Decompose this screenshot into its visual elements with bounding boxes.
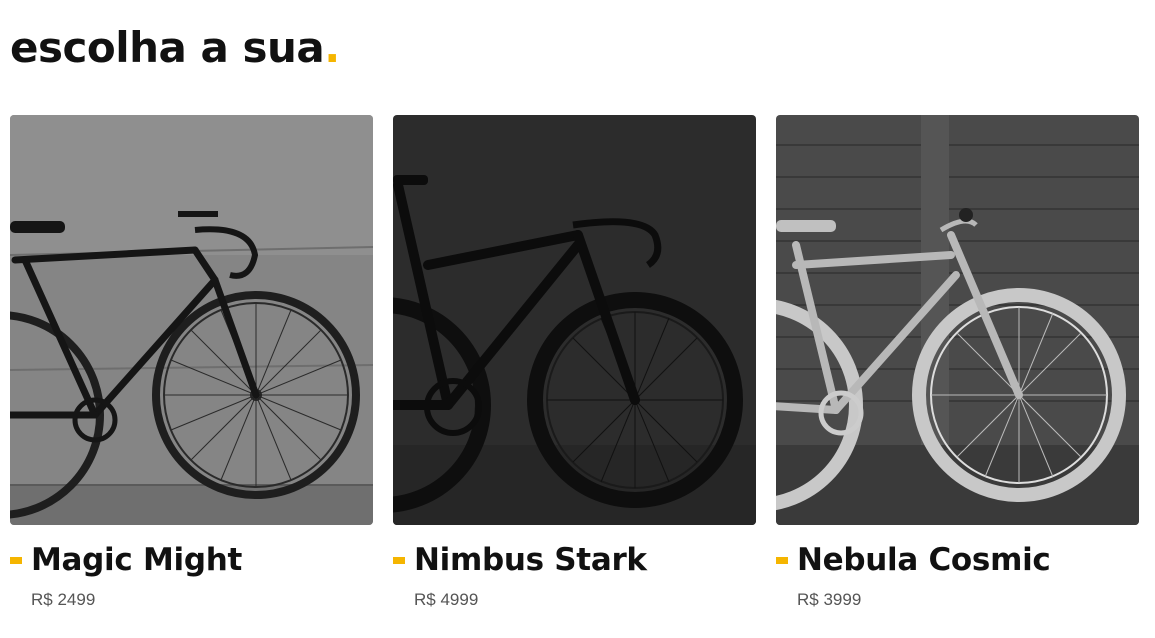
product-card[interactable]: Nebula Cosmic R$ 3999 (776, 115, 1139, 625)
bicycle-photo (393, 115, 756, 525)
product-image-nebula-cosmic[interactable] (776, 115, 1139, 525)
product-image-nimbus-stark[interactable] (393, 115, 756, 525)
product-grid: Magic Might R$ 2499 Nimbus Stark R$ 4999… (10, 115, 1139, 625)
section-title-text: escolha a sua (10, 23, 325, 72)
product-name-label[interactable]: Nebula Cosmic (797, 542, 1051, 578)
product-price: R$ 4999 (414, 590, 479, 609)
title-marker (776, 556, 788, 564)
section-title-dot: . (324, 23, 340, 72)
bicycle-photo (776, 115, 1139, 525)
product-name[interactable]: Nimbus Stark (393, 540, 647, 580)
bicycle-photo (10, 115, 373, 525)
section-title: escolha a sua. (10, 18, 340, 78)
title-marker (10, 556, 22, 564)
product-image-magic-might[interactable] (10, 115, 373, 525)
product-price: R$ 2499 (31, 590, 96, 609)
product-name-label[interactable]: Nimbus Stark (414, 542, 647, 578)
product-name[interactable]: Nebula Cosmic (776, 540, 1051, 580)
product-price: R$ 3999 (797, 590, 862, 609)
product-name-label[interactable]: Magic Might (31, 542, 242, 578)
title-marker (393, 556, 405, 564)
product-card[interactable]: Nimbus Stark R$ 4999 (393, 115, 756, 625)
product-name[interactable]: Magic Might (10, 540, 242, 580)
product-card[interactable]: Magic Might R$ 2499 (10, 115, 373, 625)
